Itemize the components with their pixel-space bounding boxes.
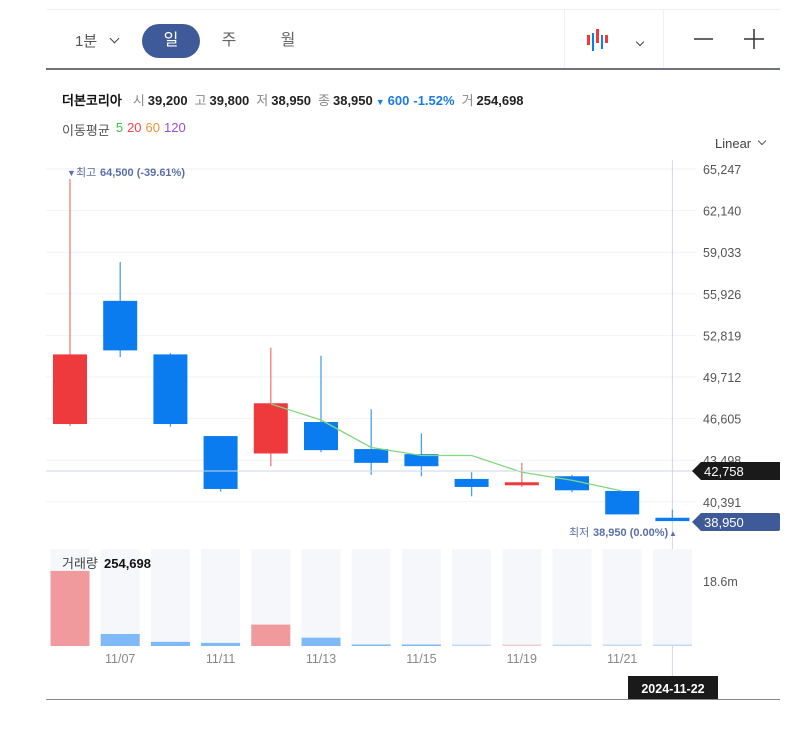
high-marker-value: 64,500 (-39.61%) [100, 167, 185, 179]
high-marker-label: 최고 [76, 166, 96, 179]
candle-body [655, 517, 690, 522]
x-tick-label: 11/07 [105, 652, 135, 666]
candle-body [605, 490, 640, 515]
y-tick-label: 49,712 [703, 371, 741, 385]
volume-bar [502, 644, 542, 646]
candle-body [153, 354, 188, 425]
volume-bar-background [602, 549, 642, 646]
volume-bar-background [301, 549, 341, 646]
volume-bar [602, 644, 642, 646]
volume-label: 거래량 [62, 556, 98, 571]
volume-bar-background [401, 549, 441, 646]
volume-bar-background [502, 549, 542, 646]
low-marker-label: 최저 [569, 526, 589, 539]
volume-bar-background [351, 549, 391, 646]
high-marker-icon: ▼ [67, 168, 76, 178]
current-price: 38,950 [704, 515, 744, 530]
volume-bar [251, 624, 291, 646]
volume-bar-background [150, 549, 190, 646]
candlestick-chart[interactable]: 65,247 62,140 59,033 55,926 52,819 49,712 46,6… [0, 0, 800, 733]
candle-body [253, 403, 288, 454]
volume-bar [552, 644, 592, 646]
y-tick-label: 62,140 [703, 205, 741, 219]
candle-body [504, 482, 539, 486]
candle-body [454, 478, 489, 487]
y-tick-label: 52,819 [703, 329, 741, 343]
y-tick-label: 59,033 [703, 246, 741, 260]
volume-bar-background [452, 549, 492, 646]
x-tick-label: 11/15 [406, 652, 436, 666]
volume-value: 254,698 [104, 556, 151, 571]
x-tick-label: 11/19 [507, 652, 537, 666]
candle-body [53, 354, 87, 425]
chart-bottom-divider [46, 699, 780, 700]
x-tick-label: 11/21 [607, 652, 637, 666]
volume-bar-background [652, 549, 692, 646]
volume-bar [351, 644, 391, 646]
low-marker-icon: ▲ [669, 529, 677, 538]
volume-bar-background [201, 549, 241, 646]
crosshair-price: 42,758 [704, 464, 744, 479]
volume-bar [452, 644, 492, 646]
candle-body [103, 300, 138, 351]
y-tick-label: 55,926 [703, 288, 741, 302]
volume-bar-background [552, 549, 592, 646]
volume-bar [150, 641, 190, 646]
candle-body [203, 436, 238, 489]
x-tick-label: 11/11 [206, 652, 235, 666]
volume-bar [301, 637, 341, 646]
volume-bar [201, 642, 241, 646]
crosshair-date: 2024-11-22 [641, 682, 704, 696]
volume-bar [50, 570, 90, 646]
y-tick-label: 65,247 [703, 163, 741, 177]
volume-bar [100, 634, 140, 646]
volume-axis-label: 18.6m [703, 575, 738, 589]
x-tick-label: 11/13 [306, 652, 336, 666]
volume-bar [401, 644, 441, 646]
y-tick-label: 40,391 [703, 496, 741, 510]
volume-bar [652, 644, 692, 646]
candle-body [354, 449, 389, 463]
y-tick-label: 46,605 [703, 413, 741, 427]
low-marker-value: 38,950 (0.00%) [593, 527, 669, 539]
